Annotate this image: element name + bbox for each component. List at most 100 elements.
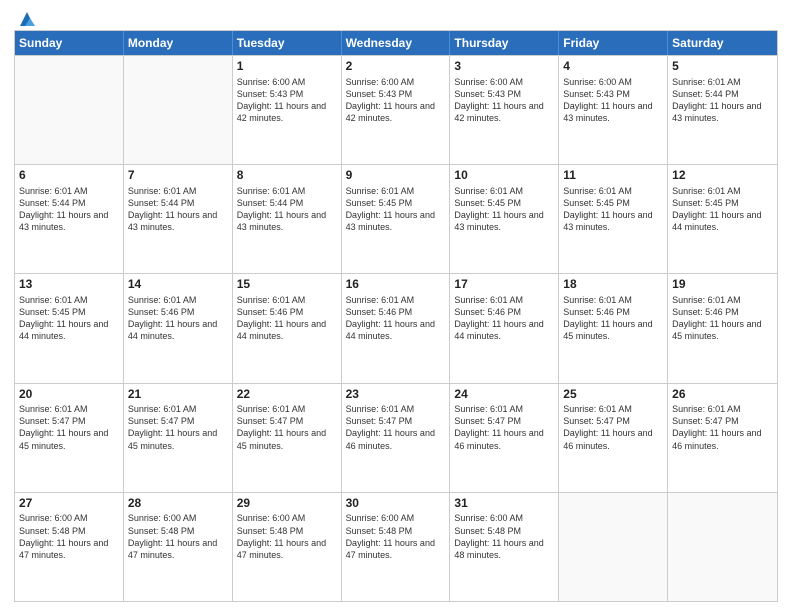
- cal-cell: 30Sunrise: 6:00 AM Sunset: 5:48 PM Dayli…: [342, 493, 451, 601]
- day-number: 5: [672, 59, 773, 75]
- cal-cell: 9Sunrise: 6:01 AM Sunset: 5:45 PM Daylig…: [342, 165, 451, 273]
- cell-info: Sunrise: 6:00 AM Sunset: 5:48 PM Dayligh…: [19, 512, 119, 561]
- day-number: 11: [563, 168, 663, 184]
- logo: [14, 10, 38, 24]
- cell-info: Sunrise: 6:00 AM Sunset: 5:43 PM Dayligh…: [454, 76, 554, 125]
- cell-info: Sunrise: 6:01 AM Sunset: 5:45 PM Dayligh…: [19, 294, 119, 343]
- cal-cell: 11Sunrise: 6:01 AM Sunset: 5:45 PM Dayli…: [559, 165, 668, 273]
- day-number: 16: [346, 277, 446, 293]
- cal-cell: 13Sunrise: 6:01 AM Sunset: 5:45 PM Dayli…: [15, 274, 124, 382]
- cell-info: Sunrise: 6:00 AM Sunset: 5:48 PM Dayligh…: [346, 512, 446, 561]
- cell-info: Sunrise: 6:00 AM Sunset: 5:43 PM Dayligh…: [237, 76, 337, 125]
- cell-info: Sunrise: 6:01 AM Sunset: 5:47 PM Dayligh…: [672, 403, 773, 452]
- cal-cell: 2Sunrise: 6:00 AM Sunset: 5:43 PM Daylig…: [342, 56, 451, 164]
- cal-week-5: 27Sunrise: 6:00 AM Sunset: 5:48 PM Dayli…: [15, 492, 777, 601]
- cell-info: Sunrise: 6:01 AM Sunset: 5:45 PM Dayligh…: [454, 185, 554, 234]
- cal-cell: 26Sunrise: 6:01 AM Sunset: 5:47 PM Dayli…: [668, 384, 777, 492]
- day-number: 23: [346, 387, 446, 403]
- cal-cell: 22Sunrise: 6:01 AM Sunset: 5:47 PM Dayli…: [233, 384, 342, 492]
- cell-info: Sunrise: 6:01 AM Sunset: 5:47 PM Dayligh…: [454, 403, 554, 452]
- day-number: 31: [454, 496, 554, 512]
- cal-cell: [559, 493, 668, 601]
- cal-cell: 6Sunrise: 6:01 AM Sunset: 5:44 PM Daylig…: [15, 165, 124, 273]
- calendar: SundayMondayTuesdayWednesdayThursdayFrid…: [14, 30, 778, 602]
- cal-cell: 18Sunrise: 6:01 AM Sunset: 5:46 PM Dayli…: [559, 274, 668, 382]
- cal-cell: 12Sunrise: 6:01 AM Sunset: 5:45 PM Dayli…: [668, 165, 777, 273]
- cell-info: Sunrise: 6:01 AM Sunset: 5:46 PM Dayligh…: [237, 294, 337, 343]
- cell-info: Sunrise: 6:00 AM Sunset: 5:48 PM Dayligh…: [128, 512, 228, 561]
- cal-cell: 24Sunrise: 6:01 AM Sunset: 5:47 PM Dayli…: [450, 384, 559, 492]
- day-number: 12: [672, 168, 773, 184]
- cell-info: Sunrise: 6:00 AM Sunset: 5:43 PM Dayligh…: [346, 76, 446, 125]
- calendar-body: 1Sunrise: 6:00 AM Sunset: 5:43 PM Daylig…: [15, 55, 777, 601]
- cal-cell: 20Sunrise: 6:01 AM Sunset: 5:47 PM Dayli…: [15, 384, 124, 492]
- cal-header-monday: Monday: [124, 31, 233, 55]
- cal-header-tuesday: Tuesday: [233, 31, 342, 55]
- cell-info: Sunrise: 6:01 AM Sunset: 5:45 PM Dayligh…: [346, 185, 446, 234]
- cal-header-friday: Friday: [559, 31, 668, 55]
- cell-info: Sunrise: 6:00 AM Sunset: 5:48 PM Dayligh…: [237, 512, 337, 561]
- day-number: 10: [454, 168, 554, 184]
- day-number: 9: [346, 168, 446, 184]
- cell-info: Sunrise: 6:01 AM Sunset: 5:46 PM Dayligh…: [128, 294, 228, 343]
- day-number: 26: [672, 387, 773, 403]
- day-number: 18: [563, 277, 663, 293]
- cell-info: Sunrise: 6:01 AM Sunset: 5:45 PM Dayligh…: [672, 185, 773, 234]
- cell-info: Sunrise: 6:01 AM Sunset: 5:44 PM Dayligh…: [128, 185, 228, 234]
- cal-cell: 27Sunrise: 6:00 AM Sunset: 5:48 PM Dayli…: [15, 493, 124, 601]
- day-number: 6: [19, 168, 119, 184]
- cal-cell: 14Sunrise: 6:01 AM Sunset: 5:46 PM Dayli…: [124, 274, 233, 382]
- day-number: 13: [19, 277, 119, 293]
- cell-info: Sunrise: 6:01 AM Sunset: 5:44 PM Dayligh…: [672, 76, 773, 125]
- day-number: 4: [563, 59, 663, 75]
- cell-info: Sunrise: 6:01 AM Sunset: 5:44 PM Dayligh…: [237, 185, 337, 234]
- cal-cell: 23Sunrise: 6:01 AM Sunset: 5:47 PM Dayli…: [342, 384, 451, 492]
- cal-cell: 25Sunrise: 6:01 AM Sunset: 5:47 PM Dayli…: [559, 384, 668, 492]
- cell-info: Sunrise: 6:00 AM Sunset: 5:43 PM Dayligh…: [563, 76, 663, 125]
- cal-header-wednesday: Wednesday: [342, 31, 451, 55]
- cal-cell: 31Sunrise: 6:00 AM Sunset: 5:48 PM Dayli…: [450, 493, 559, 601]
- day-number: 14: [128, 277, 228, 293]
- cal-cell: 19Sunrise: 6:01 AM Sunset: 5:46 PM Dayli…: [668, 274, 777, 382]
- cal-cell: 15Sunrise: 6:01 AM Sunset: 5:46 PM Dayli…: [233, 274, 342, 382]
- day-number: 8: [237, 168, 337, 184]
- cell-info: Sunrise: 6:01 AM Sunset: 5:47 PM Dayligh…: [346, 403, 446, 452]
- day-number: 3: [454, 59, 554, 75]
- cal-cell: 17Sunrise: 6:01 AM Sunset: 5:46 PM Dayli…: [450, 274, 559, 382]
- cal-week-4: 20Sunrise: 6:01 AM Sunset: 5:47 PM Dayli…: [15, 383, 777, 492]
- cell-info: Sunrise: 6:00 AM Sunset: 5:48 PM Dayligh…: [454, 512, 554, 561]
- cal-cell: 28Sunrise: 6:00 AM Sunset: 5:48 PM Dayli…: [124, 493, 233, 601]
- cell-info: Sunrise: 6:01 AM Sunset: 5:46 PM Dayligh…: [563, 294, 663, 343]
- day-number: 27: [19, 496, 119, 512]
- day-number: 24: [454, 387, 554, 403]
- cal-week-1: 1Sunrise: 6:00 AM Sunset: 5:43 PM Daylig…: [15, 55, 777, 164]
- day-number: 2: [346, 59, 446, 75]
- day-number: 19: [672, 277, 773, 293]
- day-number: 17: [454, 277, 554, 293]
- cal-cell: 4Sunrise: 6:00 AM Sunset: 5:43 PM Daylig…: [559, 56, 668, 164]
- cal-header-thursday: Thursday: [450, 31, 559, 55]
- day-number: 21: [128, 387, 228, 403]
- day-number: 30: [346, 496, 446, 512]
- cal-header-sunday: Sunday: [15, 31, 124, 55]
- cal-cell: 1Sunrise: 6:00 AM Sunset: 5:43 PM Daylig…: [233, 56, 342, 164]
- cell-info: Sunrise: 6:01 AM Sunset: 5:47 PM Dayligh…: [19, 403, 119, 452]
- cell-info: Sunrise: 6:01 AM Sunset: 5:44 PM Dayligh…: [19, 185, 119, 234]
- cell-info: Sunrise: 6:01 AM Sunset: 5:47 PM Dayligh…: [237, 403, 337, 452]
- logo-icon: [16, 8, 38, 30]
- cell-info: Sunrise: 6:01 AM Sunset: 5:47 PM Dayligh…: [563, 403, 663, 452]
- cell-info: Sunrise: 6:01 AM Sunset: 5:46 PM Dayligh…: [672, 294, 773, 343]
- cal-cell: 21Sunrise: 6:01 AM Sunset: 5:47 PM Dayli…: [124, 384, 233, 492]
- cal-week-3: 13Sunrise: 6:01 AM Sunset: 5:45 PM Dayli…: [15, 273, 777, 382]
- cal-cell: 8Sunrise: 6:01 AM Sunset: 5:44 PM Daylig…: [233, 165, 342, 273]
- cal-cell: 3Sunrise: 6:00 AM Sunset: 5:43 PM Daylig…: [450, 56, 559, 164]
- cal-cell: [668, 493, 777, 601]
- cal-cell: 29Sunrise: 6:00 AM Sunset: 5:48 PM Dayli…: [233, 493, 342, 601]
- day-number: 25: [563, 387, 663, 403]
- day-number: 15: [237, 277, 337, 293]
- day-number: 1: [237, 59, 337, 75]
- cal-cell: 10Sunrise: 6:01 AM Sunset: 5:45 PM Dayli…: [450, 165, 559, 273]
- day-number: 22: [237, 387, 337, 403]
- cal-cell: 7Sunrise: 6:01 AM Sunset: 5:44 PM Daylig…: [124, 165, 233, 273]
- day-number: 20: [19, 387, 119, 403]
